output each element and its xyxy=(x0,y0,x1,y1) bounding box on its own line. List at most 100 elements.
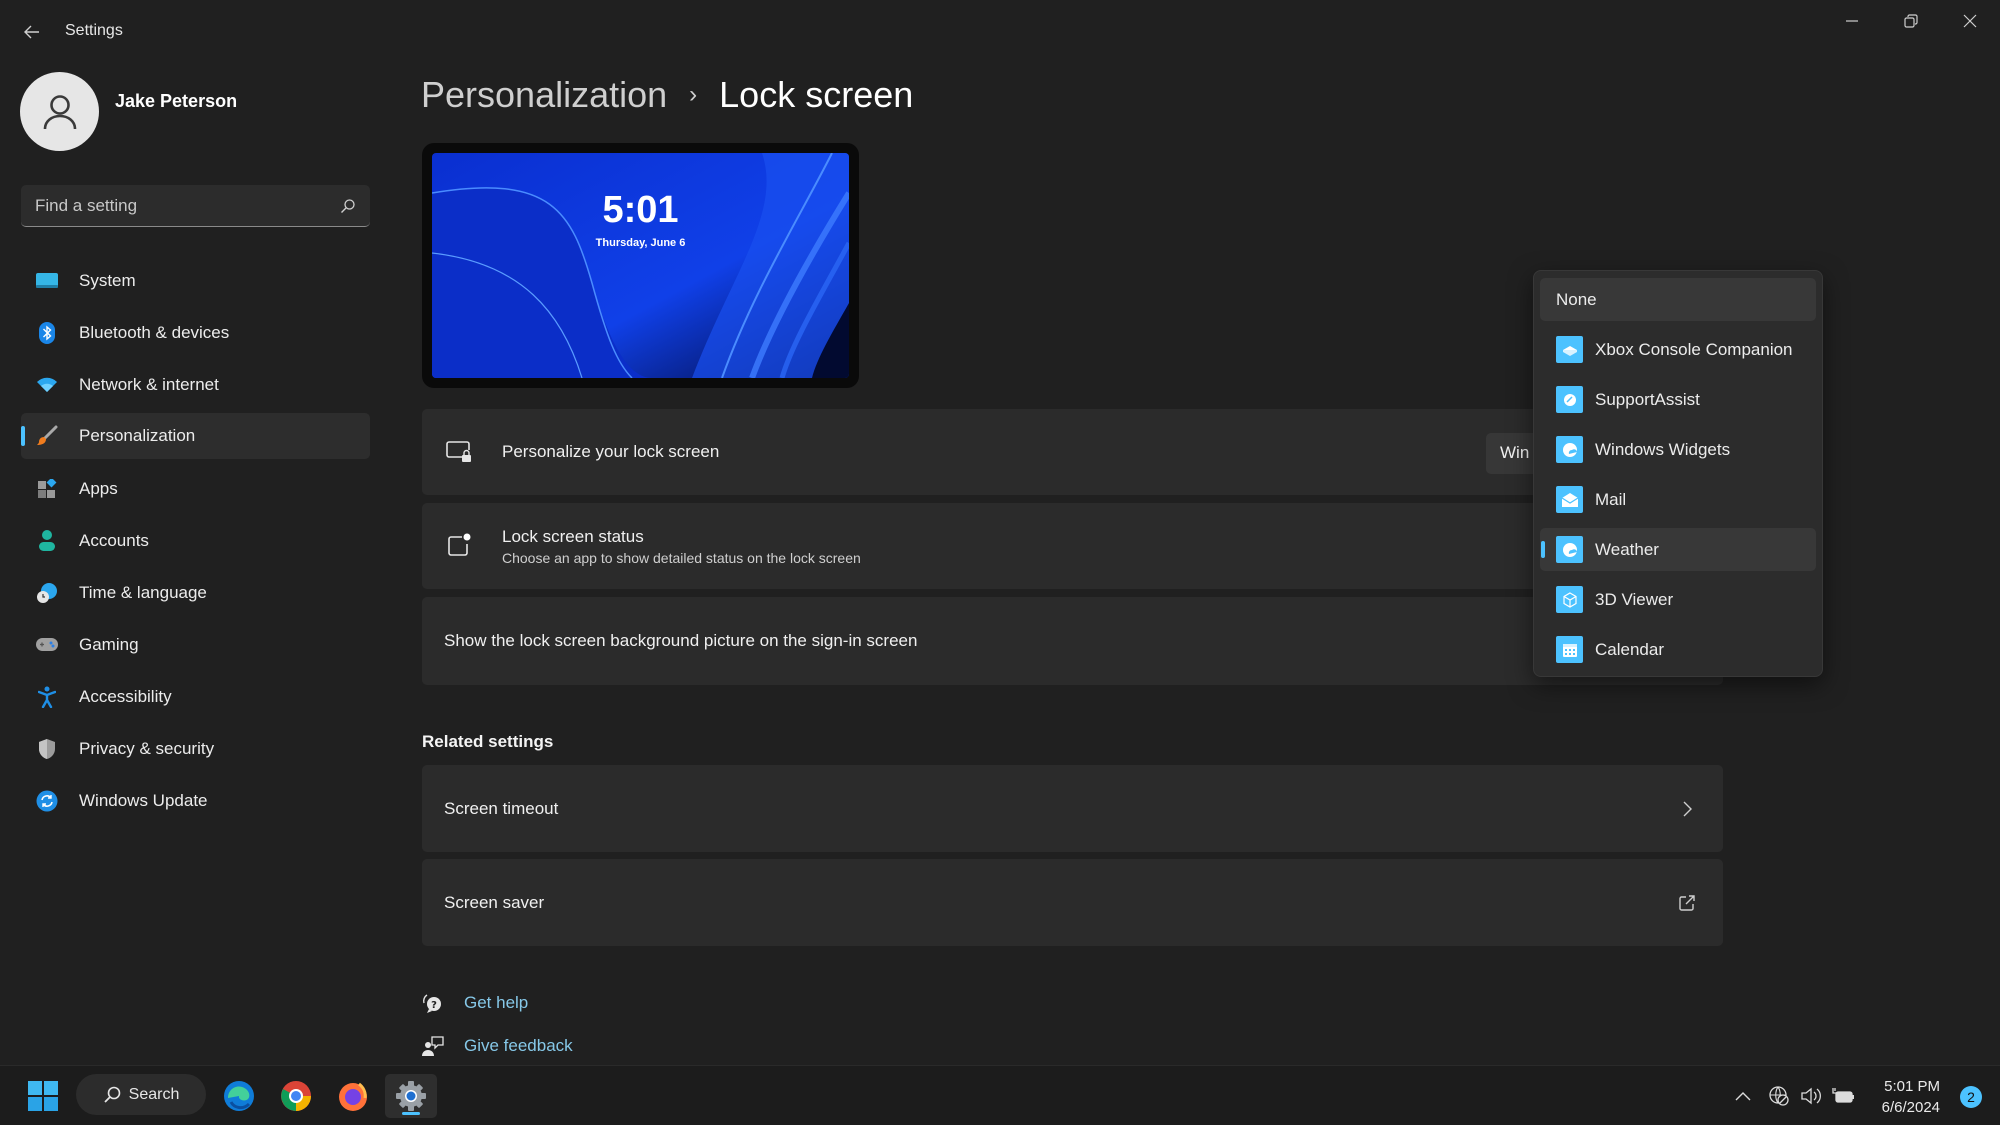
dropdown-option-calendar[interactable]: Calendar xyxy=(1540,628,1816,671)
widgets-icon xyxy=(1556,436,1583,463)
sidebar-item-network[interactable]: Network & internet xyxy=(21,362,370,408)
taskbar-app-firefox[interactable] xyxy=(330,1074,376,1118)
dropdown-option-none[interactable]: None xyxy=(1540,278,1816,321)
sidebar-item-label: Personalization xyxy=(79,426,196,445)
search-box[interactable] xyxy=(21,185,370,227)
gear-icon xyxy=(396,1081,426,1111)
close-icon xyxy=(1963,14,1977,28)
sidebar-item-accounts[interactable]: Accounts xyxy=(21,518,370,564)
sidebar-item-label: Accounts xyxy=(79,531,149,550)
restore-button[interactable] xyxy=(1881,0,1941,42)
search-input[interactable] xyxy=(35,195,340,216)
person-icon xyxy=(43,94,76,129)
svg-text:?: ? xyxy=(431,1000,437,1011)
sidebar-item-label: Accessibility xyxy=(79,687,172,706)
taskbar-app-chrome[interactable] xyxy=(273,1074,319,1118)
help-chat-icon: ? xyxy=(422,992,444,1014)
selected-indicator xyxy=(21,426,25,446)
preview-date: Thursday, June 6 xyxy=(595,237,686,249)
restore-icon xyxy=(1904,14,1918,28)
close-button[interactable] xyxy=(1940,0,2000,42)
screen-saver-card[interactable]: Screen saver xyxy=(422,859,1723,946)
taskbar-app-settings[interactable] xyxy=(385,1074,437,1118)
supportassist-icon xyxy=(1556,386,1583,413)
give-feedback-label: Give feedback xyxy=(464,1036,573,1055)
search-icon xyxy=(104,1086,120,1103)
sidebar-item-system[interactable]: System xyxy=(21,258,370,304)
search-icon[interactable] xyxy=(340,198,356,214)
get-help-link[interactable]: ? Get help xyxy=(422,992,528,1014)
taskbar-app-edge[interactable] xyxy=(216,1074,262,1118)
sidebar-item-apps[interactable]: Apps xyxy=(21,466,370,512)
sidebar-item-label: Time & language xyxy=(79,583,207,602)
sidebar-item-gaming[interactable]: Gaming xyxy=(21,622,370,668)
sidebar-item-label: Network & internet xyxy=(79,375,219,394)
taskbar-search-button[interactable]: Search xyxy=(76,1074,206,1115)
lock-screen-status-card[interactable]: Lock screen status Choose an app to show… xyxy=(422,503,1723,589)
clock-time: 5:01 PM xyxy=(1884,1078,1940,1095)
option-label: Calendar xyxy=(1595,639,1664,659)
option-label: None xyxy=(1556,289,1597,309)
option-label: Windows Widgets xyxy=(1595,439,1731,459)
active-app-indicator xyxy=(402,1112,420,1115)
network-status-button[interactable] xyxy=(1767,1084,1791,1108)
dropdown-option-3d-viewer[interactable]: 3D Viewer xyxy=(1540,578,1816,621)
accessibility-icon xyxy=(35,685,59,709)
card-title: Personalize your lock screen xyxy=(502,442,720,461)
firefox-icon xyxy=(339,1082,367,1111)
screen-timeout-card[interactable]: Screen timeout xyxy=(422,765,1723,852)
breadcrumb-parent[interactable]: Personalization xyxy=(421,74,667,116)
sidebar-item-time-language[interactable]: Time & language xyxy=(21,570,370,616)
sidebar-item-windows-update[interactable]: Windows Update xyxy=(21,778,370,824)
app-title: Settings xyxy=(65,22,123,39)
dropdown-option-weather[interactable]: Weather xyxy=(1540,528,1816,571)
xbox-console-icon xyxy=(1556,336,1583,363)
option-label: 3D Viewer xyxy=(1595,589,1674,609)
sidebar-item-bluetooth[interactable]: Bluetooth & devices xyxy=(21,310,370,356)
arrow-left-icon xyxy=(24,25,39,39)
sidebar-item-label: Apps xyxy=(79,479,118,498)
cube-icon xyxy=(1556,586,1583,613)
option-label: SupportAssist xyxy=(1595,389,1700,409)
get-help-label: Get help xyxy=(464,993,529,1012)
volume-button[interactable] xyxy=(1799,1084,1823,1108)
person-icon xyxy=(35,529,59,553)
taskbar-clock[interactable]: 5:01 PM 6/6/2024 xyxy=(1882,1076,1940,1118)
signin-background-card[interactable]: Show the lock screen background picture … xyxy=(422,597,1723,685)
profile-name: Jake Peterson xyxy=(115,91,238,111)
battery-button[interactable] xyxy=(1831,1084,1855,1108)
start-button[interactable] xyxy=(20,1074,66,1118)
avatar[interactable] xyxy=(20,72,99,151)
wifi-icon xyxy=(35,373,59,397)
minimize-button[interactable] xyxy=(1822,0,1882,42)
bluetooth-icon xyxy=(35,321,59,345)
speaker-icon xyxy=(1801,1087,1821,1105)
paintbrush-icon xyxy=(35,424,59,448)
sidebar-item-personalization[interactable]: Personalization xyxy=(21,413,370,459)
option-label: Xbox Console Companion xyxy=(1595,339,1793,359)
option-label: Mail xyxy=(1595,489,1627,509)
chevron-up-icon xyxy=(1735,1092,1751,1101)
chevron-right-icon xyxy=(1675,797,1699,821)
update-icon xyxy=(35,789,59,813)
preview-time: 5:01 xyxy=(602,189,679,231)
sidebar-item-label: Gaming xyxy=(79,635,139,654)
calendar-icon xyxy=(1556,636,1583,663)
taskbar: Search 5:01 PM 6/6/2024 2 xyxy=(0,1065,2000,1125)
card-title: Show the lock screen background picture … xyxy=(444,631,918,650)
dropdown-option-xbox[interactable]: Xbox Console Companion xyxy=(1540,328,1816,371)
sidebar-item-label: Bluetooth & devices xyxy=(79,323,230,342)
dropdown-option-mail[interactable]: Mail xyxy=(1540,478,1816,521)
show-hidden-icons-button[interactable] xyxy=(1731,1084,1755,1108)
notification-badge[interactable]: 2 xyxy=(1960,1086,1982,1108)
sidebar-item-privacy-security[interactable]: Privacy & security xyxy=(21,726,370,772)
page-title: Lock screen xyxy=(719,74,914,115)
give-feedback-link[interactable]: Give feedback xyxy=(422,1035,573,1057)
dropdown-option-widgets[interactable]: Windows Widgets xyxy=(1540,428,1816,471)
card-title: Screen timeout xyxy=(444,798,559,818)
back-button[interactable] xyxy=(14,14,50,50)
chrome-icon xyxy=(281,1081,311,1111)
preview-wallpaper: 5:01 Thursday, June 6 xyxy=(432,153,849,378)
dropdown-option-supportassist[interactable]: SupportAssist xyxy=(1540,378,1816,421)
sidebar-item-accessibility[interactable]: Accessibility xyxy=(21,674,370,720)
